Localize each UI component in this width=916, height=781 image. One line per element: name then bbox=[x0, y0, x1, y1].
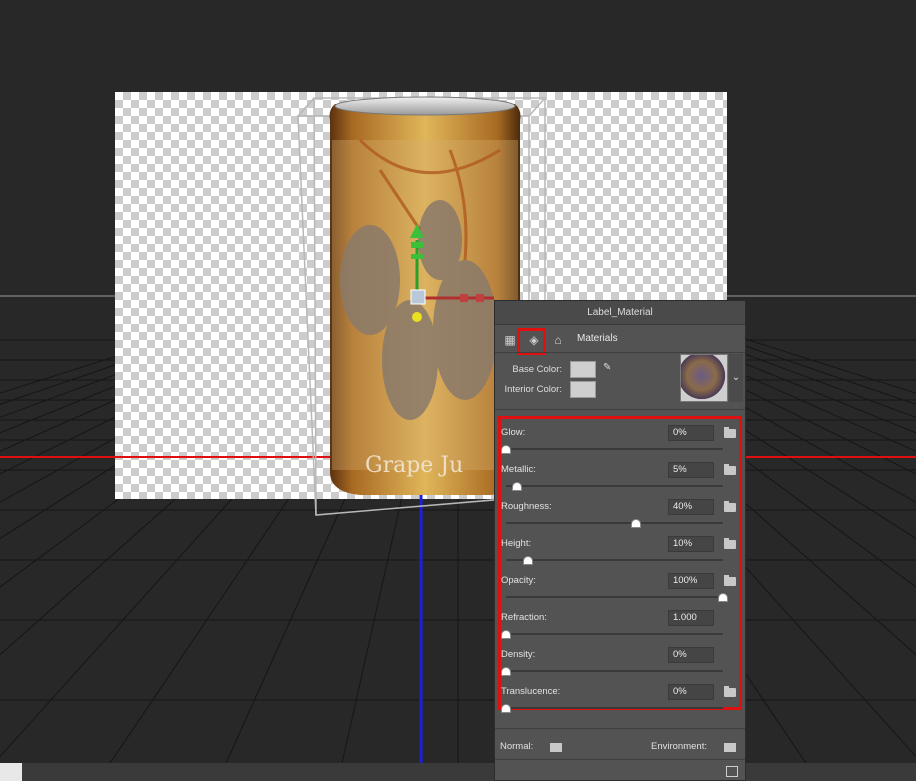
gizmo-center bbox=[412, 312, 422, 322]
property-slider-track[interactable] bbox=[506, 670, 723, 672]
property-value-field[interactable]: 5% bbox=[668, 462, 714, 478]
highlight-box bbox=[498, 416, 742, 710]
can-label-text: Grape Ju bbox=[365, 453, 463, 478]
property-label: Refraction: bbox=[501, 612, 547, 623]
divider bbox=[495, 728, 745, 729]
chevron-down-icon[interactable]: ⌄ bbox=[729, 354, 743, 402]
property-label: Roughness: bbox=[501, 501, 552, 512]
folder-icon[interactable] bbox=[724, 575, 736, 586]
base-color-swatch[interactable] bbox=[570, 361, 596, 378]
base-color-label: Base Color: bbox=[512, 364, 562, 375]
folder-icon[interactable] bbox=[724, 464, 736, 475]
brush-icon[interactable]: ✎ bbox=[603, 362, 611, 373]
panel-title: Label_Material bbox=[495, 301, 745, 325]
property-slider-track[interactable] bbox=[506, 707, 723, 709]
folder-icon[interactable] bbox=[724, 686, 736, 697]
property-slider-track[interactable] bbox=[506, 522, 723, 524]
property-slider-track[interactable] bbox=[506, 485, 723, 487]
folder-icon[interactable] bbox=[724, 427, 736, 438]
interior-color-label: Interior Color: bbox=[504, 384, 562, 395]
folder-icon[interactable] bbox=[724, 501, 736, 512]
normal-label: Normal: bbox=[500, 741, 534, 752]
normal-folder-icon[interactable] bbox=[550, 743, 562, 752]
new-material-icon[interactable] bbox=[726, 766, 738, 777]
property-value-field[interactable]: 10% bbox=[668, 536, 714, 552]
bottom-status-strip bbox=[0, 763, 916, 781]
scene-objects: Grape Ju bbox=[0, 96, 916, 763]
divider bbox=[495, 352, 745, 353]
properties-panel: Label_Material ▦ ◈ ⌂ Materials Base Colo… bbox=[494, 300, 746, 781]
property-label: Density: bbox=[501, 649, 536, 660]
property-value-field[interactable]: 0% bbox=[668, 684, 714, 700]
3d-viewport[interactable]: Grape Ju bbox=[0, 0, 916, 781]
light-icon[interactable]: ⌂ bbox=[547, 329, 569, 351]
property-value-field[interactable]: 40% bbox=[668, 499, 714, 515]
property-label: Metallic: bbox=[501, 464, 536, 475]
tab-materials-label: Materials bbox=[577, 333, 618, 344]
environment-label: Environment: bbox=[651, 741, 707, 752]
property-value-field[interactable]: 0% bbox=[668, 647, 714, 663]
property-value-field[interactable]: 0% bbox=[668, 425, 714, 441]
property-label: Height: bbox=[501, 538, 532, 549]
property-value-field[interactable]: 1.000 bbox=[668, 610, 714, 626]
folder-icon[interactable] bbox=[724, 538, 736, 549]
divider bbox=[495, 409, 745, 410]
property-label: Translucence: bbox=[501, 686, 561, 697]
divider bbox=[495, 759, 745, 760]
property-slider-track[interactable] bbox=[506, 448, 723, 450]
material-thumbnail[interactable] bbox=[680, 354, 728, 402]
selected-tab-highlight bbox=[517, 328, 546, 355]
property-slider-track[interactable] bbox=[506, 559, 723, 561]
property-value-field[interactable]: 100% bbox=[668, 573, 714, 589]
property-slider-track[interactable] bbox=[506, 596, 723, 598]
property-label: Opacity: bbox=[501, 575, 536, 586]
property-label: Glow: bbox=[501, 427, 526, 438]
property-slider-track[interactable] bbox=[506, 633, 723, 635]
environment-folder-icon[interactable] bbox=[724, 743, 736, 752]
interior-color-swatch[interactable] bbox=[570, 381, 596, 398]
